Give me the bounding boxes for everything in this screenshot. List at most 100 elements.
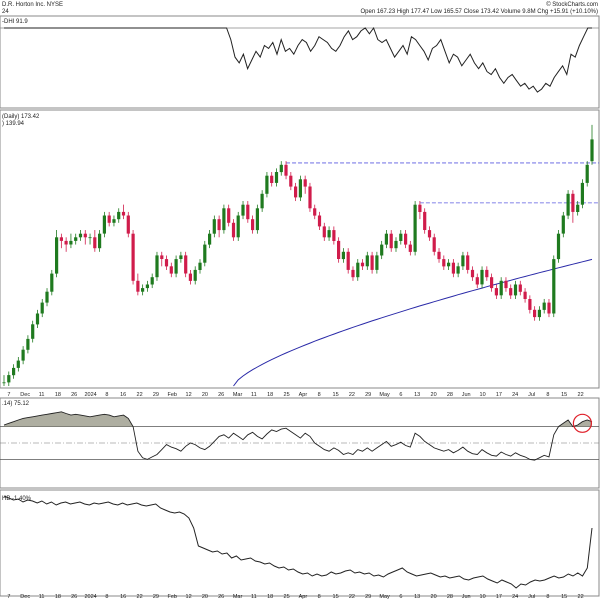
candle-body: [45, 291, 49, 303]
x-tick-label: 18: [55, 392, 61, 398]
candle-body: [131, 233, 135, 281]
candle-body: [456, 266, 460, 274]
candle-body: [523, 291, 527, 299]
candle-body: [480, 269, 484, 285]
candle-body: [298, 179, 302, 198]
candle-body: [380, 244, 384, 256]
candle-body: [552, 259, 556, 314]
candle-body: [351, 269, 355, 278]
candle-body: [88, 237, 92, 239]
candle-body: [566, 193, 570, 216]
candle-body: [590, 139, 594, 162]
x-tick-label-bottom: 26: [218, 594, 224, 600]
x-tick-label: 26: [218, 392, 224, 398]
candle-body: [150, 277, 154, 285]
candle-body: [231, 222, 236, 238]
candle-body: [490, 277, 494, 289]
candle-body: [370, 255, 374, 270]
candle-body: [561, 215, 565, 234]
x-tick-label: Jun: [462, 392, 471, 398]
x-tick-label-bottom: 29: [365, 594, 371, 600]
candle-body: [576, 204, 580, 212]
candle-body: [26, 338, 30, 350]
candle-body: [365, 255, 369, 267]
candle-body: [332, 230, 336, 241]
candle-body: [59, 237, 63, 241]
candle-body: [556, 233, 561, 260]
candle-body: [322, 226, 326, 238]
x-tick-label-bottom: 28: [447, 594, 453, 600]
x-tick-label-bottom: 18: [267, 594, 273, 600]
candle-body: [270, 175, 274, 183]
candle-body: [346, 251, 350, 270]
x-tick-label-bottom: Apr: [299, 594, 308, 600]
candle-body: [102, 215, 106, 234]
candle-body: [413, 204, 417, 252]
candle-body: [418, 204, 422, 212]
x-tick-label: Jul: [528, 392, 535, 398]
candle-body: [136, 280, 140, 292]
candle-body: [437, 251, 441, 260]
candle-body: [499, 280, 503, 296]
candle-body: [461, 255, 465, 267]
x-tick-label-bottom: 8: [546, 594, 549, 600]
x-tick-label-bottom: 18: [55, 594, 61, 600]
x-tick-label-bottom: 8: [105, 594, 108, 600]
x-tick-label: 26: [71, 392, 77, 398]
ohlc-readout: Open 167.23 High 177.47 Low 165.57 Close…: [360, 9, 598, 15]
x-tick-label: 20: [202, 392, 208, 398]
x-tick-label-bottom: 12: [186, 594, 192, 600]
candle-body: [141, 288, 145, 292]
candle-body: [64, 240, 68, 245]
x-tick-label: 2024: [84, 392, 96, 398]
candle-body: [485, 269, 489, 278]
x-tick-label-bottom: 26: [71, 594, 77, 600]
candle-body: [289, 175, 293, 187]
copyright-text: © StockCharts.com: [546, 1, 598, 8]
x-tick-label: 20: [431, 392, 437, 398]
x-tick-label: 18: [267, 392, 273, 398]
candle-body: [112, 219, 116, 223]
candle-body: [528, 299, 532, 310]
x-tick-label-bottom: Dec: [20, 594, 30, 600]
candle-body: [509, 288, 513, 296]
rsi-panel-label: .14) 75.12: [2, 401, 30, 407]
candle-body: [442, 259, 446, 267]
candle-body: [389, 233, 393, 249]
candle-body: [466, 255, 470, 270]
x-tick-label-bottom: 22: [349, 594, 355, 600]
x-tick-label-bottom: 2024: [84, 594, 96, 600]
candle-body: [260, 193, 264, 209]
candle-body: [251, 219, 255, 231]
candle-body: [188, 273, 192, 281]
x-tick-label: 29: [365, 392, 371, 398]
candle-body: [547, 302, 551, 314]
candle-body: [265, 175, 269, 194]
candle-body: [518, 284, 522, 292]
x-tick-label: 6: [399, 392, 402, 398]
candle-body: [246, 204, 250, 220]
candle-body: [16, 360, 20, 368]
candle-body: [217, 219, 221, 231]
candle-body: [241, 204, 245, 216]
candle-body: [12, 367, 16, 376]
x-tick-label: 11: [251, 392, 257, 398]
candle-body: [255, 208, 259, 231]
candle-body: [571, 193, 575, 212]
x-tick-label: Mar: [233, 392, 243, 398]
candle-body: [35, 313, 40, 325]
candle-body: [208, 233, 212, 245]
candle-body: [184, 255, 188, 274]
x-tick-label-bottom: 17: [496, 594, 502, 600]
candle-body: [533, 309, 537, 318]
x-tick-label-bottom: 22: [578, 594, 584, 600]
candle-body: [537, 309, 541, 318]
x-tick-label-bottom: 6: [399, 594, 402, 600]
x-tick-label: 24: [512, 392, 518, 398]
x-tick-label: 22: [137, 392, 143, 398]
x-tick-label-bottom: 22: [137, 594, 143, 600]
candle-body: [121, 211, 126, 216]
candle-body: [145, 284, 149, 289]
x-tick-label: 12: [186, 392, 192, 398]
candle-body: [198, 262, 202, 270]
